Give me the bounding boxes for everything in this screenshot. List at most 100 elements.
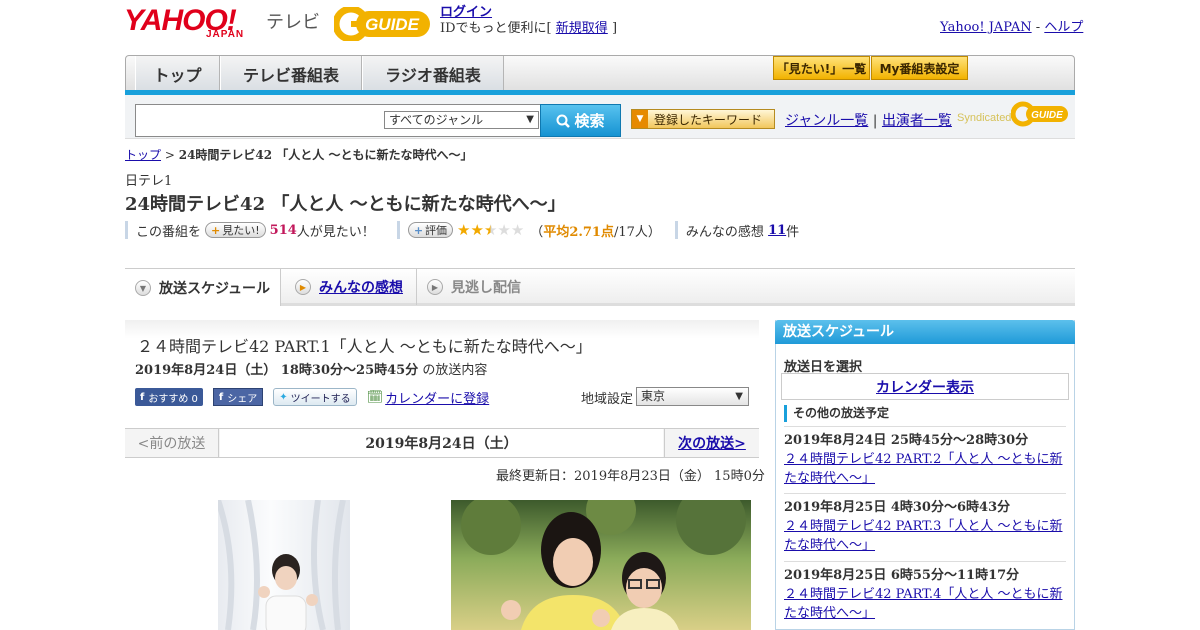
search-icon <box>556 114 571 128</box>
search-button-label: 検索 <box>574 112 605 130</box>
login-link[interactable]: ログイン <box>440 5 492 20</box>
performer-list-link[interactable]: 出演者一覧 <box>882 113 952 129</box>
program-photo-1 <box>218 500 350 630</box>
twitter-bird-icon: ✦ <box>279 391 288 403</box>
tab-catchup[interactable]: ▶ 見逃し配信 <box>416 269 521 305</box>
yahoo-japan-link[interactable]: Yahoo! JAPAN <box>940 20 1032 35</box>
play-icon: ▶ <box>427 279 443 295</box>
calendar-plus-icon: 🗓 <box>366 389 384 405</box>
play-icon: ▶ <box>295 279 311 295</box>
schedule-title-link[interactable]: ２４時間テレビ42 PART.4「人と人 ～ともに新たな時代へ～」 <box>784 587 1062 621</box>
facebook-recommend-button[interactable]: f おすすめ 0 <box>135 388 203 406</box>
share-label: シェア <box>227 393 258 405</box>
reviews-unit: 件 <box>786 224 800 240</box>
nav-tab-top[interactable]: トップ <box>135 56 220 91</box>
region-label: 地域設定 <box>581 392 634 407</box>
tab-label: 放送スケジュール <box>159 280 271 297</box>
calendar-register[interactable]: 🗓 カレンダーに登録 <box>367 388 490 407</box>
channel-name: 日テレ1 <box>125 174 173 189</box>
half-star-icon: ★ <box>483 221 498 239</box>
schedule-title-link[interactable]: ２４時間テレビ42 PART.2「人と人 ～ともに新たな時代へ～」 <box>784 452 1062 486</box>
yahoo-japan-wordmark: JAPAN <box>206 29 245 40</box>
breadcrumb-current: 24時間テレビ42 「人と人 ～ともに新たな時代へ～」 <box>178 148 473 162</box>
episode-datetime: 2019年8月24日（土） 18時30分～25時45分 の放送内容 <box>135 359 487 378</box>
search-links: ジャンル一覧 | 出演者一覧 <box>785 110 952 130</box>
top-links-sep: - <box>1035 20 1041 35</box>
day-navigation: <前の放送 2019年8月24日（土） 次の放送> <box>125 428 759 458</box>
tweet-label: ツイートする <box>290 393 351 405</box>
genre-list-link[interactable]: ジャンル一覧 <box>785 113 868 129</box>
share-bar: f おすすめ 0 f シェア ✦ ツイートする 🗓 カレンダーに登録 <box>135 387 489 407</box>
genre-select-value: すべてのジャンル <box>389 113 484 127</box>
rating-open: （ <box>530 224 544 240</box>
rate-button[interactable]: + 評価 <box>407 222 454 238</box>
help-link[interactable]: ヘルプ <box>1044 20 1083 35</box>
list-item: 2019年8月25日 4時30分～6時43分 ２４時間テレビ42 PART.3「… <box>784 493 1066 555</box>
keyword-button[interactable]: ▼ 登録したキーワード <box>631 109 775 129</box>
breadcrumb-sep: > <box>164 148 175 162</box>
plus-icon: + <box>211 223 221 237</box>
calendar-display-link[interactable]: カレンダー表示 <box>876 377 974 397</box>
recommend-label: おすすめ 0 <box>148 393 198 405</box>
facebook-share-button[interactable]: f シェア <box>212 388 264 406</box>
want-list-button[interactable]: 「見たい!」一覧 <box>773 56 870 80</box>
meta-divider <box>125 221 128 239</box>
signup-link[interactable]: 新規取得 <box>556 21 608 36</box>
star-icon: ★ <box>457 221 471 239</box>
star-icon: ★ <box>470 221 484 239</box>
my-schedule-button[interactable]: My番組表設定 <box>871 56 968 80</box>
want-button-label: 見たい! <box>222 224 260 237</box>
want-suffix: 人が見たい！ <box>296 224 375 240</box>
keyword-button-label: 登録したキーワード <box>654 112 763 127</box>
prev-broadcast-link[interactable]: <前の放送 <box>125 429 219 457</box>
tab-label: みんなの感想 <box>319 280 403 296</box>
calendar-register-link[interactable]: カレンダーに登録 <box>385 388 489 407</box>
plus-icon: + <box>413 223 424 237</box>
breadcrumb: トップ > 24時間テレビ42 「人と人 ～ともに新たな時代へ～」 <box>125 146 473 163</box>
schedule-time: 2019年8月25日 6時55分～11時17分 <box>784 568 1020 583</box>
program-photo-2 <box>451 500 751 630</box>
next-broadcast-link[interactable]: 次の放送> <box>678 433 746 453</box>
facebook-icon: f <box>140 391 145 403</box>
tab-reviews[interactable]: ▶ みんなの感想 <box>295 269 403 305</box>
rating-count: /17人） <box>613 224 661 240</box>
last-updated: 最終更新日：2019年8月23日（金） 15時0分 <box>496 469 765 484</box>
triangle-down-icon: ▼ <box>632 110 648 128</box>
meta-divider <box>674 221 678 239</box>
nav-tab-radio-schedule[interactable]: ラジオ番組表 <box>362 56 504 91</box>
nav-tab-tv-schedule[interactable]: テレビ番組表 <box>220 56 362 91</box>
episode-title: ２４時間テレビ42 PART.1「人と人 ～ともに新たな時代へ～」 <box>137 337 592 356</box>
login-sub-suffix: ] <box>611 21 618 36</box>
chevron-down-icon: ▼ <box>735 391 743 402</box>
want-count: 514 <box>269 222 297 238</box>
other-broadcasts-label: その他の放送予定 <box>784 405 889 422</box>
current-date: 2019年8月24日（土） <box>220 429 663 457</box>
chevron-down-icon: ▼ <box>526 114 534 125</box>
guide-text: GUIDE <box>365 15 420 34</box>
want-prefix: この番組を <box>136 224 202 240</box>
g-guide-small-logo: GUIDE <box>1011 101 1068 127</box>
region-select[interactable]: 東京 ▼ <box>636 387 749 406</box>
tab-broadcast-schedule[interactable]: ▼ 放送スケジュール <box>125 269 281 306</box>
schedule-time: 2019年8月24日 25時45分～28時30分 <box>784 433 1029 448</box>
rating-average: 平均2.71点 <box>543 224 614 240</box>
genre-select[interactable]: すべてのジャンル ▼ <box>384 111 539 129</box>
reviews-count-link[interactable]: 11 <box>768 223 786 238</box>
g-guide-logo: GUIDE <box>334 7 430 41</box>
tv-wordmark: テレビ <box>266 12 320 33</box>
tab-label: 見逃し配信 <box>451 280 521 296</box>
reviews-label: みんなの感想 <box>685 224 764 240</box>
search-button[interactable]: 検索 <box>540 104 621 137</box>
schedule-time: 2019年8月25日 4時30分～6時43分 <box>784 500 1011 515</box>
tweet-button[interactable]: ✦ ツイートする <box>273 388 357 406</box>
login-box: ログイン IDでもっと便利に[ 新規取得 ] <box>440 5 617 37</box>
facebook-icon: f <box>218 391 224 403</box>
schedule-title-link[interactable]: ２４時間テレビ42 PART.3「人と人 ～ともに新たな時代へ～」 <box>784 519 1062 553</box>
rate-button-label: 評価 <box>425 224 448 237</box>
want-button[interactable]: + 見たい! <box>205 222 266 238</box>
syndicated-label: Syndicated <box>957 112 1012 124</box>
region-select-value: 東京 <box>641 389 666 403</box>
breadcrumb-top-link[interactable]: トップ <box>125 148 161 162</box>
people-photo-image <box>461 500 746 630</box>
person-photo-image <box>218 500 346 630</box>
